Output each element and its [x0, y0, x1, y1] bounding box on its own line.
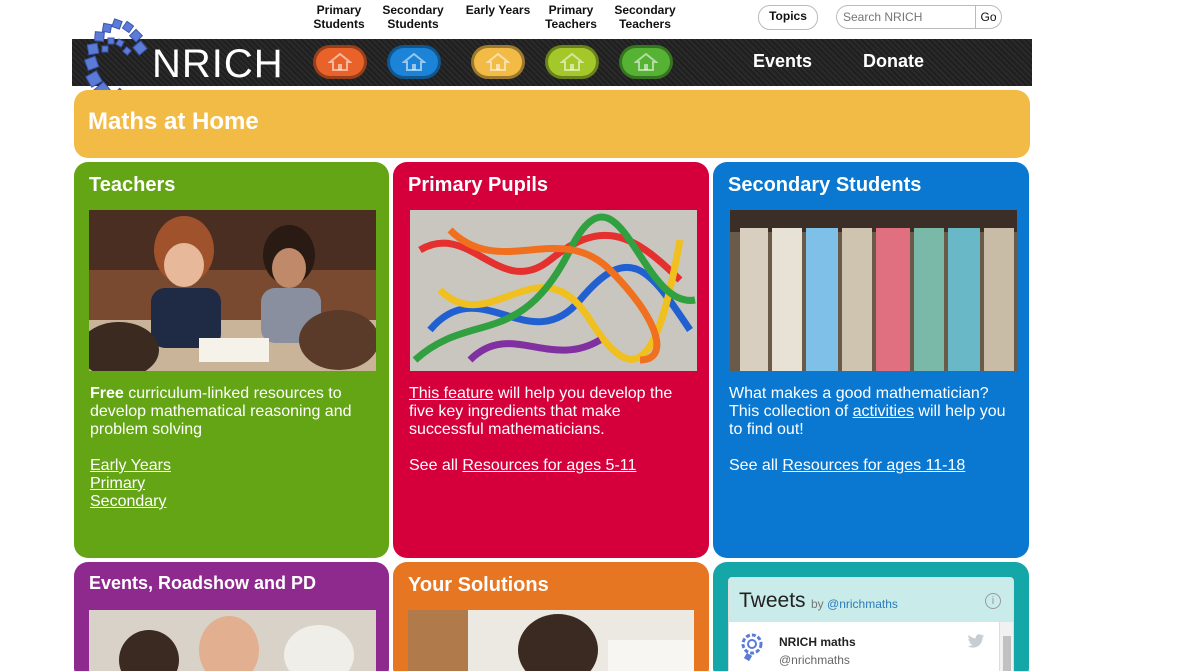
- hanging-ropes-photo[interactable]: [730, 210, 1017, 371]
- teachers-photo[interactable]: [89, 210, 376, 371]
- topics-button[interactable]: Topics: [758, 5, 818, 30]
- twitter-bird-icon[interactable]: [967, 634, 985, 649]
- teachers-free-label: Free: [90, 385, 124, 402]
- home-button-secondary-teachers[interactable]: [619, 45, 673, 79]
- home-icon: [328, 52, 352, 71]
- nav-link-secondary-teachers[interactable]: Secondary Teachers: [605, 3, 685, 31]
- events-card-title[interactable]: Events, Roadshow and PD: [89, 573, 316, 594]
- top-navigation: Primary Students Secondary Students Earl…: [0, 0, 1192, 39]
- nav-link-primary-students[interactable]: Primary Students: [299, 3, 379, 31]
- secondary-students-card-title[interactable]: Secondary Students: [728, 174, 921, 197]
- primary-pupils-card: Primary Pupils This feature will help yo…: [393, 162, 709, 558]
- nrich-logo-text[interactable]: NRICH: [152, 42, 284, 87]
- resources-5-11-link[interactable]: Resources for ages 5-11: [462, 457, 636, 474]
- teachers-card-body: Free curriculum-linked resources to deve…: [90, 385, 380, 511]
- info-icon[interactable]: i: [985, 593, 1001, 609]
- activities-link[interactable]: activities: [853, 403, 914, 420]
- home-icon: [560, 52, 584, 71]
- home-button-primary-teachers[interactable]: [545, 45, 599, 79]
- solutions-photo[interactable]: [408, 610, 694, 671]
- twitter-timeline-widget: Tweets by @nrichmaths i NRICH maths @nri…: [728, 577, 1014, 671]
- twitter-widget-header: Tweets by @nrichmaths i: [729, 578, 1013, 622]
- tweets-handle-link[interactable]: @nrichmaths: [827, 597, 898, 611]
- nav-link-early-years[interactable]: Early Years: [458, 3, 538, 17]
- tweets-scrollbar[interactable]: [999, 622, 1013, 671]
- nav-link-primary-teachers[interactable]: Primary Teachers: [531, 3, 611, 31]
- secondary-students-card: Secondary Students What makes a good mat…: [713, 162, 1029, 558]
- events-card: Events, Roadshow and PD: [74, 562, 389, 671]
- your-solutions-card-title[interactable]: Your Solutions: [408, 574, 549, 597]
- tweet-item[interactable]: NRICH maths @nrichmaths: [729, 622, 1013, 671]
- early-years-link[interactable]: Early Years: [90, 457, 171, 474]
- home-button-secondary-students[interactable]: [387, 45, 441, 79]
- teachers-card: Teachers Free curriculum-linked resource…: [74, 162, 389, 558]
- tweets-by-label: by @nrichmaths: [811, 597, 898, 611]
- primary-see-all-label: See all: [409, 457, 463, 474]
- ropes-photo[interactable]: [410, 210, 697, 371]
- secondary-link[interactable]: Secondary: [90, 493, 167, 510]
- home-button-early-years[interactable]: [471, 45, 525, 79]
- tweets-title[interactable]: Tweets: [739, 589, 806, 613]
- home-icon: [634, 52, 658, 71]
- nav-link-secondary-students[interactable]: Secondary Students: [373, 3, 453, 31]
- search-input[interactable]: [836, 5, 976, 29]
- tweet-account-name[interactable]: NRICH maths: [779, 635, 856, 649]
- events-photo[interactable]: [89, 610, 376, 671]
- home-icon: [402, 52, 426, 71]
- events-link[interactable]: Events: [753, 51, 812, 72]
- home-icon: [486, 52, 510, 71]
- resources-11-18-link[interactable]: Resources for ages 11-18: [782, 457, 965, 474]
- secondary-see-all-label: See all: [729, 457, 783, 474]
- search-go-button[interactable]: Go: [975, 5, 1002, 29]
- home-button-primary-students[interactable]: [313, 45, 367, 79]
- nrich-avatar-icon[interactable]: [739, 632, 765, 662]
- page-title: Maths at Home: [88, 108, 259, 135]
- teachers-description: curriculum-linked resources to develop m…: [90, 385, 352, 438]
- primary-pupils-card-title[interactable]: Primary Pupils: [408, 174, 548, 197]
- primary-pupils-card-body: This feature will help you develop the f…: [409, 385, 699, 493]
- primary-link[interactable]: Primary: [90, 475, 145, 492]
- tweet-account-handle[interactable]: @nrichmaths: [779, 653, 850, 667]
- secondary-students-card-body: What makes a good mathematician? This co…: [729, 385, 1019, 493]
- page-heading-bar: Maths at Home: [74, 90, 1030, 158]
- donate-link[interactable]: Donate: [863, 51, 924, 72]
- this-feature-link[interactable]: This feature: [409, 385, 493, 402]
- teachers-card-title[interactable]: Teachers: [89, 174, 175, 197]
- your-solutions-card: Your Solutions: [393, 562, 709, 671]
